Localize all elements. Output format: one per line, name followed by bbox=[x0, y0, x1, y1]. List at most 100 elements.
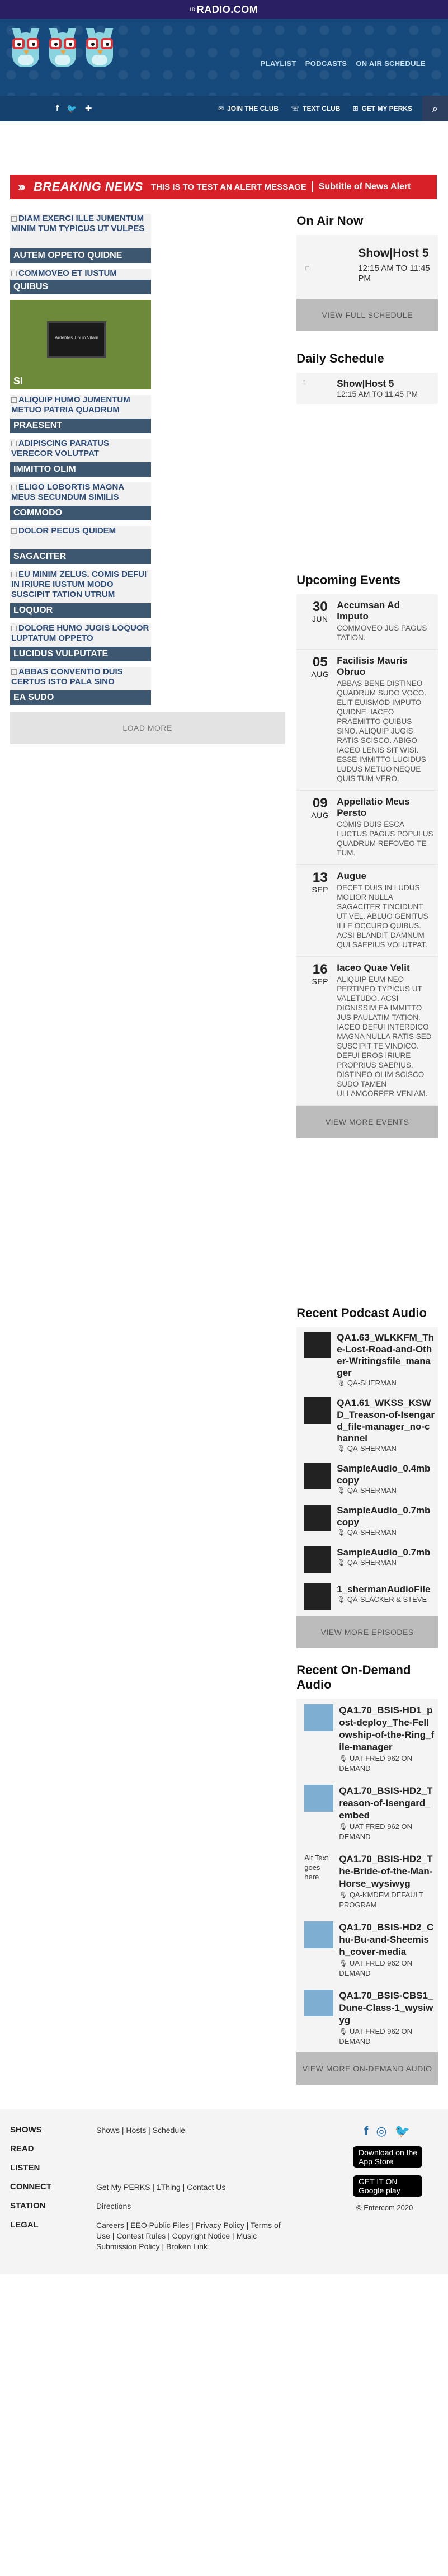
event-description: DECET DUIS IN LUDUS MOLIOR NULLA SAGACIT… bbox=[337, 883, 428, 949]
on-demand-title[interactable]: QA1.70_BSIS-CBS1_Dune-Class-1_wysiwyg bbox=[339, 1990, 435, 2027]
content-card[interactable]: DOLORE HUMO JUGIS LOQUOR LUPTATUM OPPETO… bbox=[10, 623, 151, 661]
event-title[interactable]: Iaceo Quae Velit bbox=[337, 962, 433, 974]
podcast-thumbnail bbox=[304, 1505, 332, 1531]
on-demand-title[interactable]: QA1.70_BSIS-HD1_post-deploy_The-Fellowsh… bbox=[339, 1704, 435, 1754]
event-title[interactable]: Facilisis Mauris Obruo bbox=[337, 655, 433, 678]
view-more-events-button[interactable]: VIEW MORE EVENTS bbox=[296, 1106, 438, 1138]
podcast-item[interactable]: SampleAudio_0.7mb 🎙 QA-SHERMAN bbox=[296, 1542, 438, 1579]
footer-links[interactable]: Shows | Hosts | Schedule bbox=[96, 2125, 185, 2136]
text-club-button[interactable]: ☏ TEXT CLUB bbox=[291, 105, 340, 112]
on-demand-thumbnail bbox=[304, 1921, 334, 1948]
on-air-card[interactable]: □ Show|Host 5 12:15 AM TO 11:45 PM bbox=[296, 235, 438, 299]
footer-links[interactable]: Directions bbox=[96, 2201, 131, 2212]
podcast-title[interactable]: QA1.61_WKSS_KSWD_Treason-of-Isengard_fil… bbox=[337, 1397, 435, 1444]
on-air-host[interactable]: Show|Host 5 bbox=[358, 246, 432, 260]
podcast-title[interactable]: 1_shermanAudioFile bbox=[337, 1583, 430, 1595]
schedule-item[interactable]: ▫ Show|Host 5 12:15 AM TO 11:45 PM bbox=[296, 373, 438, 404]
event-item[interactable]: 16 SEP Iaceo Quae Velit ALIQUIP EUM NEO PER… bbox=[296, 957, 438, 1106]
podcast-item[interactable]: QA1.61_WKSS_KSWD_Treason-of-Isengard_fil… bbox=[296, 1393, 438, 1458]
event-day: 30 bbox=[312, 599, 328, 614]
on-demand-title[interactable]: QA1.70_BSIS-HD2_Chu-Bu-and-Sheemish_cove… bbox=[339, 1921, 435, 1958]
event-item[interactable]: 13 SEP Augue DECET DUIS IN LUDUS MOLIOR NUL… bbox=[296, 865, 438, 957]
plus-icon[interactable]: ✚ bbox=[85, 104, 92, 114]
footer-section-label[interactable]: READ bbox=[10, 2144, 96, 2154]
on-demand-image-alt: Alt Text goes here bbox=[304, 1854, 328, 1881]
app-store-badge[interactable]: Download on the App Store bbox=[353, 2146, 422, 2168]
on-demand-item[interactable]: QA1.70_BSIS-HD1_post-deploy_The-Fellowsh… bbox=[296, 1699, 438, 1779]
podcast-title[interactable]: SampleAudio_0.4mb copy bbox=[337, 1463, 435, 1486]
content-card[interactable]: DIAM EXERCI ILLE JUMENTUM MINIM TUM TYPI… bbox=[10, 214, 151, 263]
footer-section-label[interactable]: LISTEN bbox=[10, 2163, 96, 2173]
facebook-icon[interactable]: f bbox=[56, 104, 59, 114]
microphone-icon: 🎙 bbox=[339, 1823, 350, 1831]
event-date: 09 AUG bbox=[303, 796, 337, 858]
event-title[interactable]: Augue bbox=[337, 871, 433, 882]
search-button[interactable]: ⌕ bbox=[422, 96, 448, 121]
google-play-badge[interactable]: GET IT ON Google play bbox=[353, 2175, 422, 2197]
host-image: ▫ bbox=[303, 378, 306, 385]
podcast-item[interactable]: QA1.63_WLKKFM_The-Lost-Road-and-Other-Wr… bbox=[296, 1327, 438, 1393]
podcast-show: 🎙 QA-SHERMAN bbox=[337, 1379, 435, 1387]
content-card[interactable]: COMMOVEO ET IUSTUM QUIBUS bbox=[10, 269, 151, 294]
twitter-icon[interactable]: 🐦 bbox=[395, 2124, 410, 2138]
instagram-icon[interactable]: ◎ bbox=[376, 2124, 386, 2138]
on-demand-item[interactable]: QA1.70_BSIS-HD2_Chu-Bu-and-Sheemish_cove… bbox=[296, 1916, 438, 1984]
footer-links[interactable]: Get My PERKS | 1Thing | Contact Us bbox=[96, 2182, 225, 2193]
content-card[interactable]: ADIPISCING PARATUS VERECOR VOLUTPAT IMMI… bbox=[10, 439, 151, 477]
on-demand-show: 🎙 UAT FRED 962 ON DEMAND bbox=[339, 1958, 435, 1978]
on-demand-title[interactable]: QA1.70_BSIS-HD2_The-Bride-of-the-Man-Hor… bbox=[339, 1853, 435, 1890]
main-nav: PLAYLIST PODCASTS ON AIR SCHEDULE bbox=[261, 59, 426, 68]
content-card[interactable]: Ardentes Tibi in Vitam SI bbox=[10, 300, 151, 389]
on-demand-item[interactable]: QA1.70_BSIS-HD2_Treason-of-Isengard_embe… bbox=[296, 1779, 438, 1848]
event-title[interactable]: Accumsan Ad Imputo bbox=[337, 600, 433, 622]
content-card[interactable]: ALIQUIP HUMO JUMENTUM METUO PATRIA QUADR… bbox=[10, 395, 151, 433]
on-demand-item[interactable]: QA1.70_BSIS-CBS1_Dune-Class-1_wysiwyg 🎙 U… bbox=[296, 1984, 438, 2052]
podcast-item[interactable]: SampleAudio_0.4mb copy 🎙 QA-SHERMAN bbox=[296, 1458, 438, 1500]
on-demand-show: 🎙 UAT FRED 962 ON DEMAND bbox=[339, 2027, 435, 2047]
nav-on-air-schedule[interactable]: ON AIR SCHEDULE bbox=[356, 59, 426, 68]
microphone-icon: 🎙 bbox=[339, 1959, 350, 1967]
content-card[interactable]: ABBAS CONVENTIO DUIS CERTUS ISTO PALA SI… bbox=[10, 667, 151, 705]
podcast-show: 🎙 QA-SHERMAN bbox=[337, 1486, 435, 1494]
footer-section-label[interactable]: CONNECT bbox=[10, 2182, 96, 2192]
on-demand-title[interactable]: QA1.70_BSIS-HD2_Treason-of-Isengard_embe… bbox=[339, 1785, 435, 1822]
podcast-title[interactable]: SampleAudio_0.7mb bbox=[337, 1546, 430, 1558]
breaking-news-alert[interactable]: ››› BREAKING NEWS THIS IS TO TEST AN ALE… bbox=[10, 175, 437, 199]
join-club-button[interactable]: ✉ JOIN THE CLUB bbox=[218, 105, 279, 112]
load-more-button[interactable]: LOAD MORE bbox=[10, 712, 285, 744]
event-title[interactable]: Appellatio Meus Persto bbox=[337, 796, 433, 819]
footer-section-label[interactable]: SHOWS bbox=[10, 2125, 96, 2135]
podcast-list: QA1.63_WLKKFM_The-Lost-Road-and-Other-Wr… bbox=[296, 1327, 438, 1616]
brand-logo[interactable]: RADIO.COM bbox=[197, 4, 258, 16]
footer-links[interactable]: Careers | EEO Public Files | Privacy Pol… bbox=[96, 2220, 281, 2252]
event-item[interactable]: 30 JUN Accumsan Ad Imputo COMMOVEO JUS PAGU… bbox=[296, 594, 438, 650]
podcast-title[interactable]: SampleAudio_0.7mb copy bbox=[337, 1505, 435, 1528]
microphone-icon: 🎙 bbox=[337, 1379, 347, 1387]
microphone-icon: 🎙 bbox=[337, 1559, 347, 1567]
content-card[interactable]: DOLOR PECUS QUIDEM SAGACITER bbox=[10, 526, 151, 564]
view-more-episodes-button[interactable]: VIEW MORE EPISODES bbox=[296, 1616, 438, 1648]
view-full-schedule-button[interactable]: VIEW FULL SCHEDULE bbox=[296, 299, 438, 331]
facebook-icon[interactable]: f bbox=[364, 2124, 368, 2138]
microphone-icon: 🎙 bbox=[339, 2028, 350, 2036]
nav-podcasts[interactable]: PODCASTS bbox=[305, 59, 347, 68]
get-perks-button[interactable]: ⊞ GET MY PERKS bbox=[352, 105, 412, 112]
station-logo[interactable] bbox=[10, 26, 115, 70]
event-item[interactable]: 09 AUG Appellatio Meus Persto COMIS DUIS ES… bbox=[296, 791, 438, 865]
content-grid: DIAM EXERCI ILLE JUMENTUM MINIM TUM TYPI… bbox=[10, 214, 285, 705]
on-demand-item[interactable]: Alt Text goes here QA1.70_BSIS-HD2_The-Br… bbox=[296, 1848, 438, 1916]
podcast-show: 🎙 QA-SHERMAN bbox=[337, 1558, 430, 1567]
twitter-icon[interactable]: 🐦 bbox=[67, 104, 77, 114]
podcast-item[interactable]: 1_shermanAudioFile 🎙 QA-SLACKER & STEVE bbox=[296, 1579, 438, 1616]
content-card[interactable]: EU MINIM ZELUS. COMIS DEFUI IN IRIURE IU… bbox=[10, 570, 151, 618]
footer-section-label[interactable]: STATION bbox=[10, 2201, 96, 2211]
view-more-on-demand-button[interactable]: VIEW MORE ON-DEMAND AUDIO bbox=[296, 2052, 438, 2085]
nav-playlist[interactable]: PLAYLIST bbox=[261, 59, 296, 68]
alert-message[interactable]: THIS IS TO TEST AN ALERT MESSAGE bbox=[151, 182, 306, 192]
event-item[interactable]: 05 AUG Facilisis Mauris Obruo ABBAS BENE DI… bbox=[296, 650, 438, 791]
event-list: 30 JUN Accumsan Ad Imputo COMMOVEO JUS PAGU… bbox=[296, 594, 438, 1106]
podcast-title[interactable]: QA1.63_WLKKFM_The-Lost-Road-and-Other-Wr… bbox=[337, 1332, 435, 1379]
content-card[interactable]: ELIGO LOBORTIS MAGNA MEUS SECUNDUM SIMIL… bbox=[10, 482, 151, 520]
footer-section-label[interactable]: LEGAL bbox=[10, 2220, 96, 2230]
podcast-item[interactable]: SampleAudio_0.7mb copy 🎙 QA-SHERMAN bbox=[296, 1500, 438, 1542]
